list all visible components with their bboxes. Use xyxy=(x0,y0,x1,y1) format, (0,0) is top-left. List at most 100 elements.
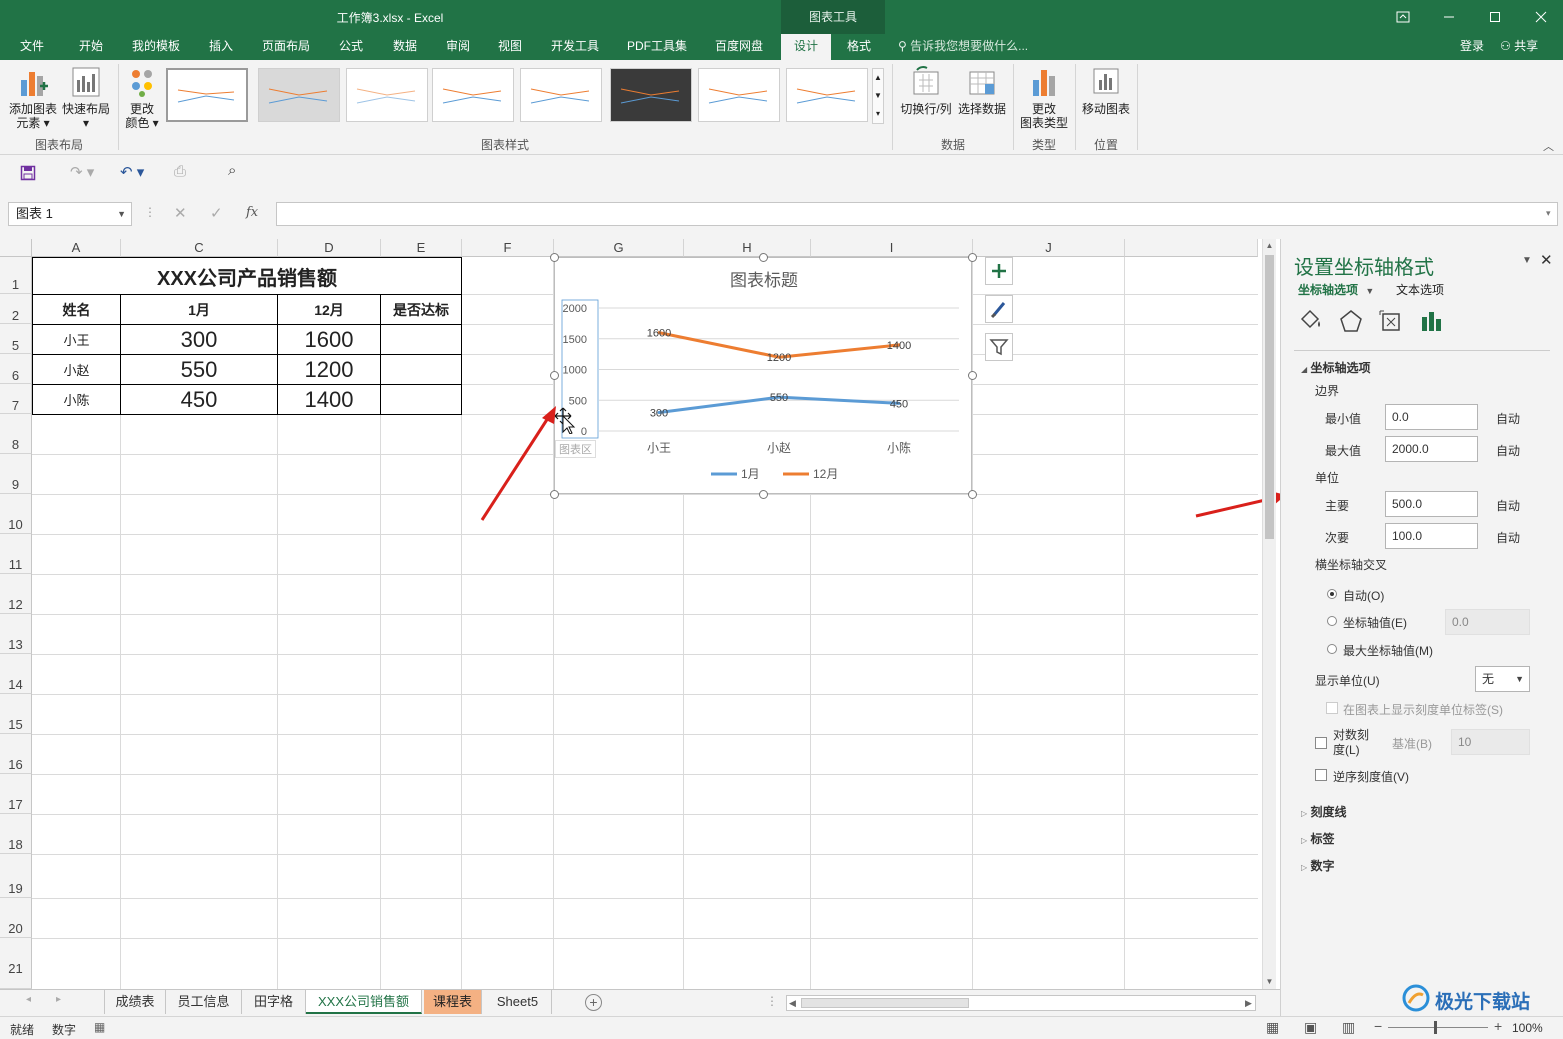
column-header[interactable]: H xyxy=(684,239,811,257)
scroll-left-icon[interactable]: ◀ xyxy=(789,996,796,1010)
min-input[interactable]: 0.0 xyxy=(1385,404,1478,430)
axis-options-icon[interactable] xyxy=(1418,309,1444,333)
switch-row-column-button[interactable]: 切换行/列 xyxy=(896,66,956,116)
select-all-button[interactable] xyxy=(0,239,32,257)
column-header[interactable]: G xyxy=(554,239,684,257)
tab-my-templates[interactable]: 我的模板 xyxy=(124,34,188,60)
prev-sheet-icon[interactable]: ◂ xyxy=(26,994,31,1005)
row-header[interactable]: 1 xyxy=(0,257,32,294)
legend-entry[interactable]: 1月 xyxy=(741,467,760,481)
reverse-order-checkbox[interactable] xyxy=(1315,769,1327,781)
chart-style-5[interactable] xyxy=(520,68,602,122)
close-button[interactable] xyxy=(1518,0,1563,34)
name-box[interactable]: 图表 1 ▼ xyxy=(8,202,132,226)
tab-insert[interactable]: 插入 xyxy=(196,34,246,60)
undo-icon[interactable]: ↶ ▾ xyxy=(120,163,144,181)
cross-max-radio[interactable] xyxy=(1327,644,1337,654)
horizontal-scroll-thumb[interactable] xyxy=(801,998,969,1008)
resize-handle[interactable] xyxy=(759,490,768,499)
zoom-slider-thumb[interactable] xyxy=(1434,1021,1437,1034)
chart-styles-button[interactable] xyxy=(985,295,1013,323)
page-break-view-icon[interactable]: ▥ xyxy=(1342,1019,1355,1036)
row-header[interactable]: 12 xyxy=(0,574,32,614)
share-button[interactable]: ⚇ 共享 xyxy=(1500,34,1538,58)
data-label[interactable]: 550 xyxy=(770,392,788,404)
log-scale-checkbox[interactable] xyxy=(1315,737,1327,749)
chart-elements-button[interactable] xyxy=(985,257,1013,285)
column-header[interactable]: I xyxy=(811,239,973,257)
data-label[interactable]: 1200 xyxy=(767,352,791,364)
data-label[interactable]: 450 xyxy=(890,398,908,410)
redo-icon[interactable]: ↷ ▾ xyxy=(70,163,94,181)
page-layout-view-icon[interactable]: ▣ xyxy=(1304,1019,1317,1036)
expand-formula-icon[interactable]: ▾ xyxy=(1546,208,1551,219)
row-header[interactable]: 11 xyxy=(0,534,32,574)
resize-handle[interactable] xyxy=(968,490,977,499)
horizontal-scrollbar[interactable]: ◀ ▶ xyxy=(786,995,1256,1011)
minimize-button[interactable] xyxy=(1426,0,1472,34)
row-header[interactable]: 8 xyxy=(0,414,32,454)
splitter-icon[interactable]: ⋮ xyxy=(766,994,778,1008)
macro-record-icon[interactable]: ▦ xyxy=(94,1020,105,1034)
chart-style-7[interactable] xyxy=(698,68,780,122)
sheet-tab-sheet5[interactable]: Sheet5 xyxy=(484,990,552,1014)
major-unit-input[interactable]: 500.0 xyxy=(1385,491,1478,517)
find-icon[interactable]: ⌕ xyxy=(228,162,236,179)
row-header[interactable]: 18 xyxy=(0,814,32,854)
data-label[interactable]: 300 xyxy=(650,408,668,420)
size-properties-icon[interactable] xyxy=(1378,309,1404,333)
add-chart-element-button[interactable]: 添加图表 元素 ▾ xyxy=(4,66,62,130)
sheet-tab-sales[interactable]: XXX公司销售额 xyxy=(306,990,422,1014)
y-tick-label[interactable]: 1000 xyxy=(563,365,587,377)
minor-unit-input[interactable]: 100.0 xyxy=(1385,523,1478,549)
x-tick-label[interactable]: 小陈 xyxy=(887,440,911,455)
data-label[interactable]: 1600 xyxy=(647,328,671,340)
tab-developer[interactable]: 开发工具 xyxy=(540,34,610,60)
row-header[interactable]: 13 xyxy=(0,614,32,654)
ribbon-display-button[interactable] xyxy=(1380,0,1426,34)
y-tick-label[interactable]: 2000 xyxy=(563,303,587,315)
normal-view-icon[interactable]: ▦ xyxy=(1266,1019,1279,1036)
column-header[interactable]: F xyxy=(462,239,554,257)
table-cell[interactable]: 450 xyxy=(120,384,278,415)
resize-handle[interactable] xyxy=(968,371,977,380)
tab-pdf-tools[interactable]: PDF工具集 xyxy=(618,34,696,60)
login-button[interactable]: 登录 xyxy=(1460,34,1484,58)
row-header[interactable]: 2 xyxy=(0,294,32,324)
sheet-tab-grades[interactable]: 成绩表 xyxy=(104,990,166,1014)
select-data-button[interactable]: 选择数据 xyxy=(954,66,1010,116)
add-sheet-icon[interactable]: + xyxy=(585,994,602,1011)
gallery-scroll[interactable]: ▲ ▼ ▾ xyxy=(872,68,884,124)
table-cell[interactable] xyxy=(380,384,462,415)
fill-line-icon[interactable] xyxy=(1298,309,1324,333)
reverse-order-label[interactable]: 逆序刻度值(V) xyxy=(1333,768,1409,785)
tab-format[interactable]: 格式 xyxy=(835,34,883,60)
cancel-icon[interactable]: ✕ xyxy=(174,204,187,222)
change-chart-type-button[interactable]: 更改 图表类型 xyxy=(1016,66,1072,130)
table-cell[interactable]: 550 xyxy=(120,354,278,385)
zoom-out-icon[interactable]: − xyxy=(1374,1018,1382,1034)
row-header[interactable]: 7 xyxy=(0,384,32,414)
row-header[interactable]: 15 xyxy=(0,694,32,734)
sheet-tab-schedule[interactable]: 课程表 xyxy=(424,990,482,1014)
table-cell[interactable]: 300 xyxy=(120,324,278,355)
tab-file[interactable]: 文件 xyxy=(8,34,56,60)
cross-auto-label[interactable]: 自动(O) xyxy=(1343,587,1384,604)
show-units-checkbox[interactable] xyxy=(1326,702,1338,714)
x-tick-label[interactable]: 小赵 xyxy=(767,441,791,455)
pane-close-icon[interactable]: ✕ xyxy=(1540,251,1553,269)
tab-page-layout[interactable]: 页面布局 xyxy=(254,34,318,60)
chart-title[interactable]: 图表标题 xyxy=(730,271,798,290)
chart-filters-button[interactable] xyxy=(985,333,1013,361)
cross-auto-radio[interactable] xyxy=(1327,589,1337,599)
effects-icon[interactable] xyxy=(1338,309,1364,333)
maximize-button[interactable] xyxy=(1472,0,1518,34)
max-input[interactable]: 2000.0 xyxy=(1385,436,1478,462)
insert-function-icon[interactable]: fx xyxy=(246,205,258,220)
tab-view[interactable]: 视图 xyxy=(486,34,534,60)
tab-axis-options[interactable]: 坐标轴选项 ▼ xyxy=(1298,281,1374,298)
chart-style-1[interactable] xyxy=(166,68,248,122)
pane-options-icon[interactable]: ▼ xyxy=(1522,255,1532,266)
table-cell[interactable]: 小陈 xyxy=(32,384,121,415)
quick-layout-button[interactable]: 快速布局 ▾ xyxy=(60,66,112,130)
